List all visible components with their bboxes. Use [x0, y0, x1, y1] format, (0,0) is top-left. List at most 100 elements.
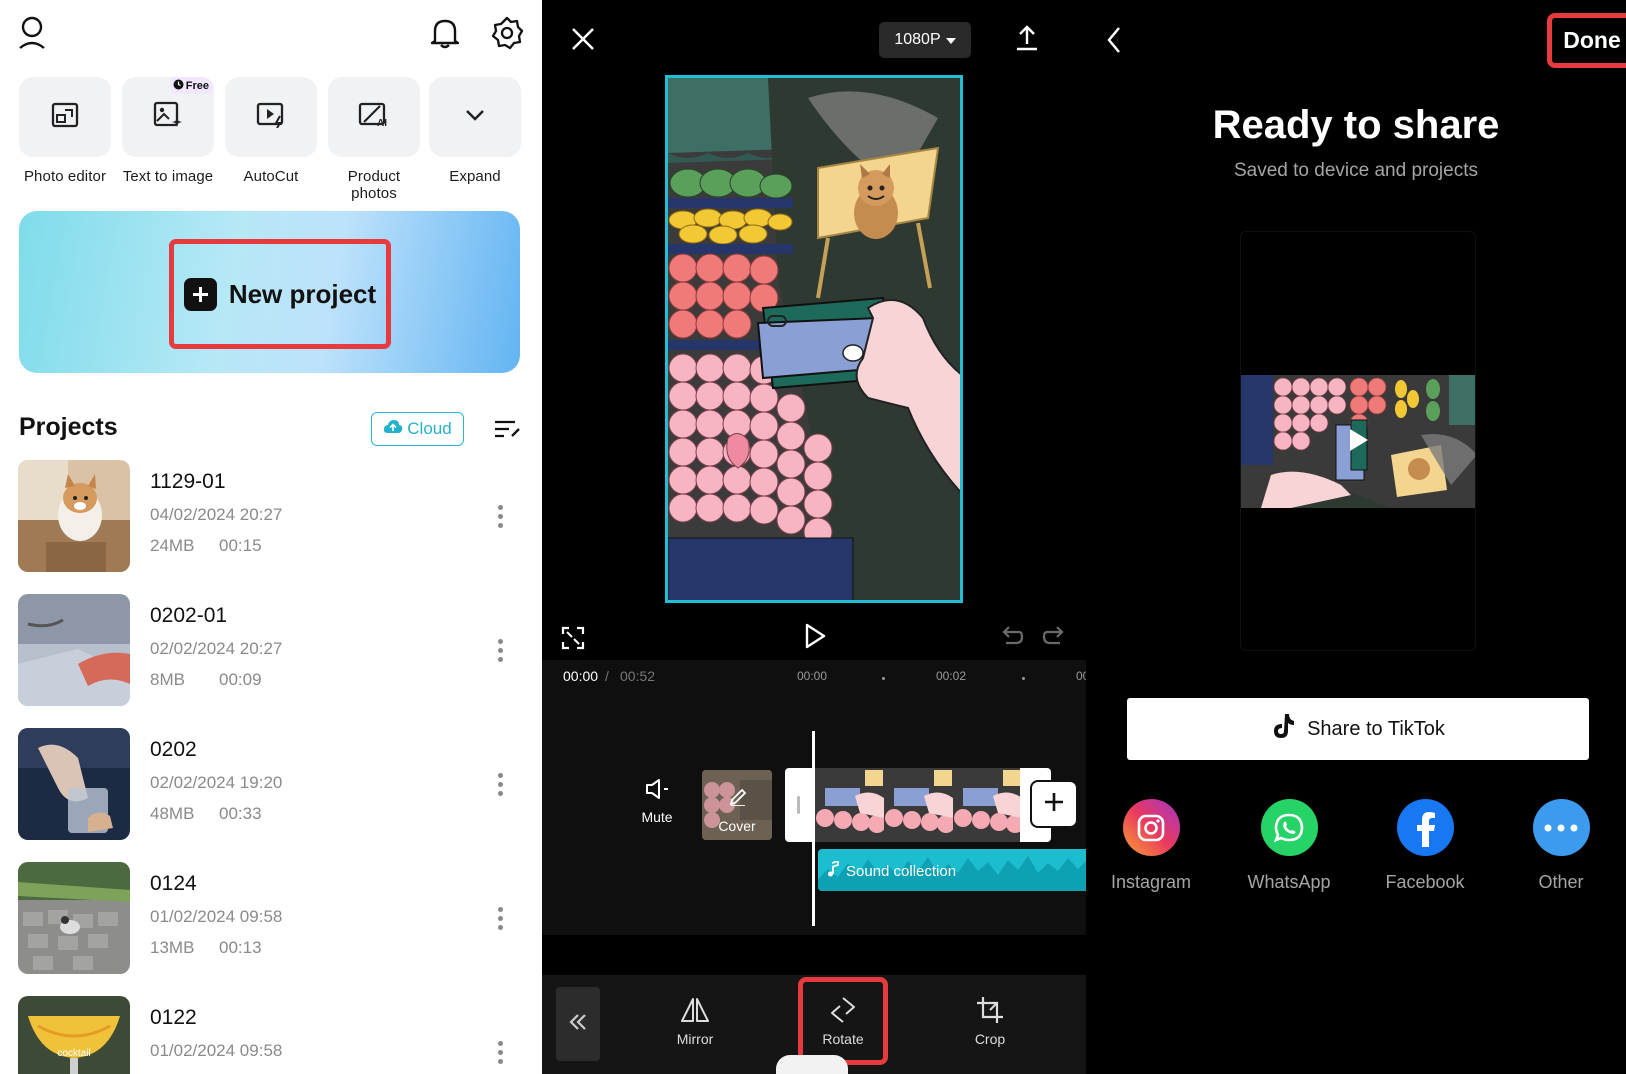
export-upload-icon[interactable]	[1015, 24, 1039, 57]
current-time: 00:00	[563, 668, 599, 684]
undo-icon[interactable]	[1000, 624, 1024, 651]
cloud-label: Cloud	[407, 419, 452, 438]
tool-photo-editor[interactable]: Photo editor	[19, 77, 111, 185]
share-to-tiktok-button[interactable]: Share to TikTok	[1127, 698, 1589, 760]
mirror-button[interactable]: Mirror	[655, 993, 735, 1047]
chevron-down-icon	[464, 108, 486, 127]
cover-button[interactable]: Cover	[702, 770, 772, 840]
rotate-highlight	[798, 977, 888, 1065]
project-date: 02/02/2024 20:27	[150, 639, 283, 658]
fullscreen-icon[interactable]	[561, 626, 585, 655]
total-time: 00:52	[620, 668, 656, 684]
text-to-image-icon	[153, 101, 183, 134]
project-item[interactable]: 0124 01/02/2024 09:58 13MB 00:13	[18, 862, 528, 974]
project-size: 13MB	[150, 938, 195, 957]
tool-product-photos[interactable]: AI Product photos	[328, 77, 420, 202]
svg-text:AI: AI	[377, 118, 387, 128]
tool-expand[interactable]: Expand	[429, 77, 521, 185]
exported-video-preview[interactable]	[1240, 231, 1476, 651]
project-item[interactable]: cocktail 0122 01/02/2024 09:58	[18, 996, 528, 1074]
mirror-label: Mirror	[676, 1031, 714, 1047]
product-photos-icon: AI	[358, 102, 390, 133]
instagram-label: Instagram	[1110, 872, 1192, 892]
done-button[interactable]: Done	[1547, 13, 1626, 68]
video-clip-track[interactable]	[785, 768, 1051, 842]
tiktok-icon	[1271, 712, 1295, 746]
more-options-icon[interactable]	[498, 639, 506, 666]
plus-icon	[183, 277, 217, 311]
mute-label: Mute	[641, 809, 673, 825]
crop-label: Crop	[974, 1031, 1006, 1047]
add-clip-button[interactable]	[1032, 782, 1076, 826]
clip-frame	[884, 768, 955, 842]
music-note-icon	[827, 859, 839, 882]
thumbnail-caption: cocktail	[57, 1048, 91, 1059]
project-duration: 00:09	[219, 670, 262, 689]
tool-autocut[interactable]: AutoCut	[225, 77, 317, 185]
timeline-tick: 00:00	[797, 669, 828, 683]
play-overlay-icon[interactable]	[1348, 427, 1370, 458]
clip-trim-handle[interactable]	[797, 796, 800, 814]
playhead[interactable]	[812, 731, 815, 926]
more-options-icon[interactable]	[498, 773, 506, 800]
project-size: 48MB	[150, 804, 195, 823]
project-item[interactable]: 0202-01 02/02/2024 20:27 8MB 00:09	[18, 594, 528, 706]
cover-label: Cover	[718, 818, 756, 834]
clip-frames	[815, 768, 1020, 842]
audio-track[interactable]: Sound collection	[818, 849, 1086, 891]
share-instagram[interactable]: Instagram	[1101, 799, 1201, 893]
redo-icon[interactable]	[1042, 624, 1066, 651]
cloud-button[interactable]: Cloud	[371, 412, 464, 446]
share-other[interactable]: Other	[1511, 799, 1611, 893]
crop-button[interactable]: Crop	[950, 993, 1030, 1047]
project-date: 04/02/2024 20:27	[150, 505, 283, 524]
facebook-label: Facebook	[1385, 872, 1465, 892]
free-badge: Free	[169, 77, 214, 94]
project-name: 1129-01	[150, 470, 226, 493]
profile-icon[interactable]	[18, 16, 46, 55]
timeline-tick-dot	[882, 677, 885, 680]
editor-screen: 1080P 00:00 / 00:52 00:00 00:02 0 Mute C…	[542, 0, 1086, 1074]
play-icon[interactable]	[804, 623, 826, 654]
timeline-tick: 00:02	[936, 669, 967, 683]
project-name: 0202-01	[150, 604, 228, 627]
edit-pencil-icon	[729, 786, 747, 811]
quick-tools-row: Photo editor Free Text to image AutoCut …	[19, 77, 524, 202]
plus-icon	[1042, 790, 1066, 819]
project-name: 0124	[150, 872, 197, 895]
new-project-button[interactable]: New project	[169, 239, 391, 349]
more-options-icon[interactable]	[498, 1041, 506, 1068]
close-icon[interactable]	[570, 26, 596, 57]
collapse-toolbar-button[interactable]	[556, 987, 600, 1061]
timeline-tick: 00	[1076, 669, 1086, 683]
speaker-muted-icon	[635, 778, 679, 803]
project-item[interactable]: 1129-01 04/02/2024 20:27 24MB 00:15	[18, 460, 528, 572]
back-chevron-icon[interactable]	[1106, 26, 1122, 59]
sort-list-icon[interactable]	[493, 418, 521, 445]
tool-label: Photo editor	[23, 168, 107, 185]
photo-editor-icon	[51, 102, 79, 133]
home-screen: Photo editor Free Text to image AutoCut …	[0, 0, 542, 1074]
resolution-dropdown[interactable]: 1080P	[879, 22, 971, 58]
more-options-icon[interactable]	[498, 505, 506, 532]
mute-button[interactable]: Mute	[635, 778, 679, 825]
project-thumbnail	[18, 862, 130, 974]
notification-bell-icon[interactable]	[430, 17, 460, 54]
tool-label: Text to image	[122, 168, 214, 185]
new-project-label: New project	[228, 278, 377, 309]
project-item[interactable]: 0202 02/02/2024 19:20 48MB 00:33	[18, 728, 528, 840]
share-facebook[interactable]: Facebook	[1375, 799, 1475, 893]
audio-track-label: Sound collection	[846, 863, 957, 880]
share-to-tiktok-label: Share to TikTok	[1307, 717, 1445, 740]
free-badge-label: Free	[185, 79, 209, 92]
video-preview[interactable]	[665, 75, 963, 603]
project-date: 02/02/2024 19:20	[150, 773, 283, 792]
video-frame	[1241, 375, 1475, 508]
project-date: 01/02/2024 09:58	[150, 907, 283, 926]
other-label: Other	[1538, 872, 1584, 892]
share-whatsapp[interactable]: WhatsApp	[1239, 799, 1339, 893]
tool-text-to-image[interactable]: Free Text to image	[122, 77, 214, 185]
mirror-icon	[655, 993, 735, 1027]
more-options-icon[interactable]	[498, 907, 506, 934]
settings-gear-icon[interactable]	[490, 16, 524, 55]
